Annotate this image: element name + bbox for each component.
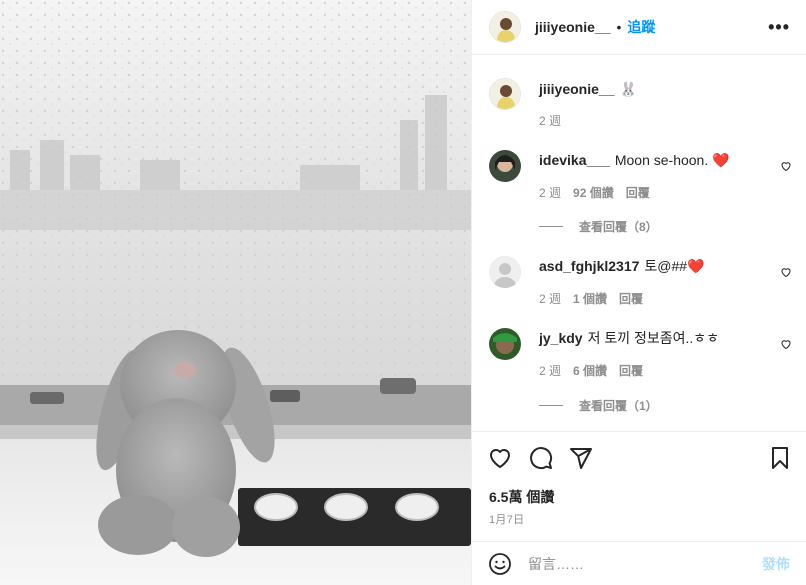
comment-text: idevika___ Moon se-hoon. ❤️ bbox=[539, 151, 766, 169]
likes-count[interactable]: 6.5萬 個讚 bbox=[489, 487, 554, 507]
comment-input[interactable] bbox=[528, 555, 762, 572]
comment-bubble-icon[interactable] bbox=[529, 446, 553, 470]
post-comment-button[interactable]: 發佈 bbox=[762, 554, 790, 574]
view-replies-label: 查看回覆（1） bbox=[579, 399, 658, 413]
separator-dot: • bbox=[616, 19, 622, 35]
comment-text: asd_fghjkl2317 토@##❤️ bbox=[539, 257, 766, 275]
emoji-smile-icon[interactable] bbox=[488, 552, 512, 576]
comment-username[interactable]: jy_kdy bbox=[539, 330, 583, 346]
follow-button[interactable]: 追蹤 bbox=[627, 17, 655, 37]
post-side-panel: jiiiyeonie__ • 追蹤 ••• jiiiyeonie__ 🐰 2 週 … bbox=[471, 0, 806, 585]
comment-meta: 2 週 6 個讚 回覆 bbox=[539, 362, 643, 379]
view-replies-button[interactable]: 查看回覆（8） bbox=[539, 218, 658, 235]
like-comment-heart-icon[interactable] bbox=[780, 160, 792, 172]
reply-button[interactable]: 回覆 bbox=[619, 362, 643, 379]
more-options-icon[interactable]: ••• bbox=[768, 17, 790, 38]
post-date: 1月7日 bbox=[489, 514, 525, 526]
share-paper-plane-icon[interactable] bbox=[569, 446, 593, 470]
comment-meta: 2 週 92 個讚 回覆 bbox=[539, 184, 650, 201]
post-image bbox=[0, 0, 471, 585]
comment-username[interactable]: idevika___ bbox=[539, 152, 610, 168]
comment-time: 2 週 bbox=[539, 364, 562, 378]
caption-text: jiiiyeonie__ 🐰 bbox=[539, 80, 766, 98]
comment-content: 토@##❤️ bbox=[644, 258, 705, 274]
caption-content: 🐰 bbox=[619, 81, 637, 97]
add-comment-bar: 發佈 bbox=[472, 541, 806, 585]
author-avatar[interactable] bbox=[489, 11, 521, 43]
caption-username[interactable]: jiiiyeonie__ bbox=[539, 81, 614, 97]
reply-button[interactable]: 回覆 bbox=[619, 290, 643, 307]
replies-divider bbox=[539, 405, 563, 406]
comment-meta: 2 週 1 個讚 回覆 bbox=[539, 290, 643, 307]
like-heart-icon[interactable] bbox=[488, 446, 512, 470]
save-bookmark-icon[interactable] bbox=[768, 446, 792, 470]
like-comment-heart-icon[interactable] bbox=[780, 266, 792, 278]
comment-username[interactable]: asd_fghjkl2317 bbox=[539, 258, 639, 274]
commenter-avatar[interactable] bbox=[489, 150, 521, 182]
comment-content: 저 토끼 정보좀여..ㅎㅎ bbox=[587, 330, 720, 346]
view-replies-button[interactable]: 查看回覆（1） bbox=[539, 397, 658, 414]
caption-avatar[interactable] bbox=[489, 78, 521, 110]
author-username[interactable]: jiiiyeonie__ bbox=[535, 19, 610, 35]
caption-meta: 2 週 bbox=[539, 112, 561, 129]
commenter-avatar[interactable] bbox=[489, 256, 521, 288]
reply-button[interactable]: 回覆 bbox=[626, 184, 650, 201]
commenter-avatar[interactable] bbox=[489, 328, 521, 360]
post-actions: 6.5萬 個讚 1月7日 bbox=[472, 431, 806, 541]
caption-time: 2 週 bbox=[539, 114, 562, 128]
comment-likes[interactable]: 92 個讚 bbox=[573, 184, 614, 201]
post-photo bbox=[0, 0, 471, 585]
replies-divider bbox=[539, 226, 563, 227]
view-replies-label: 查看回覆（8） bbox=[579, 220, 658, 234]
post-header: jiiiyeonie__ • 追蹤 ••• bbox=[472, 0, 806, 55]
like-comment-heart-icon[interactable] bbox=[780, 338, 792, 350]
comment-likes[interactable]: 6 個讚 bbox=[573, 362, 607, 379]
comments-list[interactable]: jiiiyeonie__ 🐰 2 週 idevika___ Moon se-hoon… bbox=[472, 56, 806, 430]
comment-content: Moon se-hoon. ❤️ bbox=[614, 152, 730, 168]
comment-likes[interactable]: 1 個讚 bbox=[573, 290, 607, 307]
comment-time: 2 週 bbox=[539, 186, 562, 200]
comment-text: jy_kdy 저 토끼 정보좀여..ㅎㅎ bbox=[539, 329, 766, 347]
comment-time: 2 週 bbox=[539, 292, 562, 306]
